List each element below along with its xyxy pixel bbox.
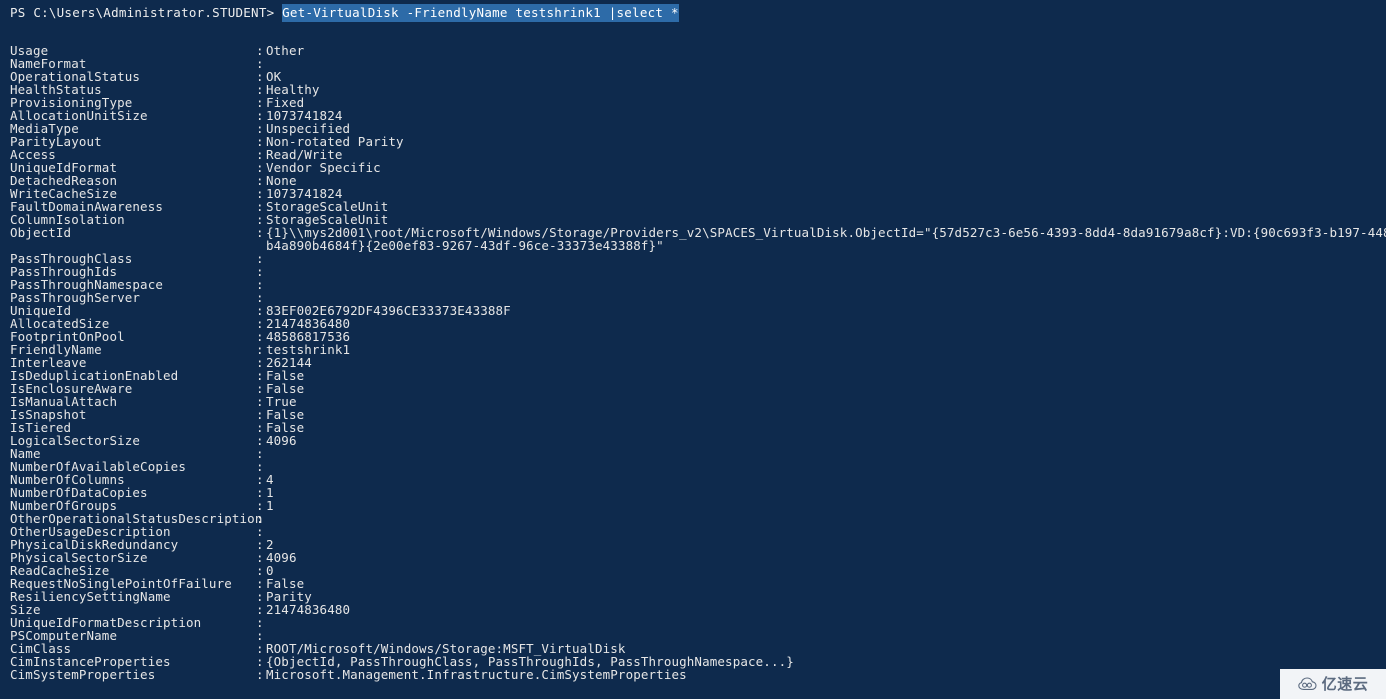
- powershell-console[interactable]: PS C:\Users\Administrator.STUDENT> Get-V…: [0, 0, 1386, 699]
- prompt-path: PS C:\Users\Administrator.STUDENT>: [10, 5, 283, 20]
- property-value: 21474836480: [266, 602, 351, 617]
- command-text-selected[interactable]: Get-VirtualDisk -FriendlyName testshrink…: [282, 4, 679, 22]
- property-value: 1: [266, 498, 274, 513]
- prompt-line: PS C:\Users\Administrator.STUDENT> Get-V…: [10, 4, 679, 22]
- property-name: ObjectId: [10, 225, 72, 240]
- property-separator: :: [256, 667, 264, 682]
- property-value: 4096: [266, 433, 297, 448]
- watermark-label: 亿速云: [1321, 674, 1369, 693]
- property-value: b4a890b4684f}{2e00ef83-9267-43df-96ce-33…: [266, 238, 664, 253]
- property-name: CimSystemProperties: [10, 667, 156, 682]
- cloud-icon: [1297, 677, 1318, 691]
- property-value: Microsoft.Management.Infrastructure.CimS…: [266, 667, 687, 682]
- property-separator: :: [256, 225, 264, 240]
- watermark: 亿速云: [1280, 669, 1386, 699]
- property-value: Other: [266, 43, 305, 58]
